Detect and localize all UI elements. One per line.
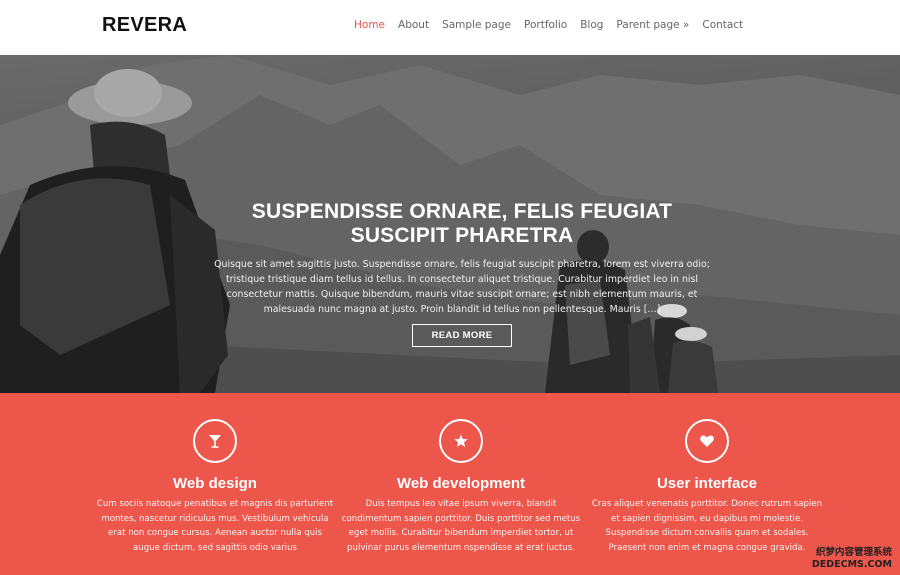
- nav-item-about[interactable]: About: [398, 19, 429, 31]
- feature-text: Cras aliquet venenatis porttitor. Donec …: [591, 499, 823, 553]
- cocktail-icon: [209, 435, 221, 448]
- site-header: REVERA Home About Sample page Portfolio …: [0, 0, 900, 54]
- nav-item-parent-page[interactable]: Parent page »: [616, 19, 689, 31]
- nav-item-blog[interactable]: Blog: [580, 19, 603, 31]
- star-icon: [454, 434, 468, 447]
- hero-excerpt: Quisque sit amet sagittis justo. Suspend…: [214, 259, 710, 315]
- feature-title: User interface: [656, 475, 758, 492]
- hero-caption: SUSPENDISSE ORNARE, FELIS FEUGIAT SUSCIP…: [200, 200, 724, 347]
- feature-text: Cum sociis natoque penatibus et magnis d…: [96, 499, 334, 553]
- site-logo[interactable]: REVERA: [102, 14, 187, 37]
- features-section: Web design Cum sociis natoque penatibus …: [0, 393, 900, 575]
- hero-title: SUSPENDISSE ORNARE, FELIS FEUGIAT SUSCIP…: [251, 200, 673, 247]
- feature-icon-circle: [685, 419, 729, 463]
- main-nav: Home About Sample page Portfolio Blog Pa…: [354, 19, 756, 31]
- feature-title: Web design: [173, 475, 257, 492]
- site-watermark: 织梦内容管理系统 DEDECMS.COM: [812, 547, 892, 571]
- feature-icon-circle: [439, 419, 483, 463]
- feature-web-design: Web design Cum sociis natoque penatibus …: [95, 393, 335, 555]
- read-more-button[interactable]: READ MORE: [411, 324, 513, 347]
- heart-icon: [700, 435, 714, 447]
- nav-item-home[interactable]: Home: [354, 19, 385, 31]
- feature-icon-circle: [193, 419, 237, 463]
- feature-web-development: Web development Duis tempus leo vitae ip…: [341, 393, 581, 555]
- watermark-line-2: DEDECMS.COM: [811, 559, 892, 570]
- hero-slider: SUSPENDISSE ORNARE, FELIS FEUGIAT SUSCIP…: [0, 55, 900, 393]
- feature-user-interface: User interface Cras aliquet venenatis po…: [587, 393, 827, 555]
- nav-item-portfolio[interactable]: Portfolio: [524, 19, 567, 31]
- feature-title: Web development: [396, 475, 526, 492]
- watermark-line-1: 织梦内容管理系统: [815, 547, 892, 558]
- nav-item-contact[interactable]: Contact: [702, 19, 743, 31]
- nav-item-sample-page[interactable]: Sample page: [442, 19, 511, 31]
- feature-text: Duis tempus leo vitae ipsum viverra, bla…: [341, 499, 581, 553]
